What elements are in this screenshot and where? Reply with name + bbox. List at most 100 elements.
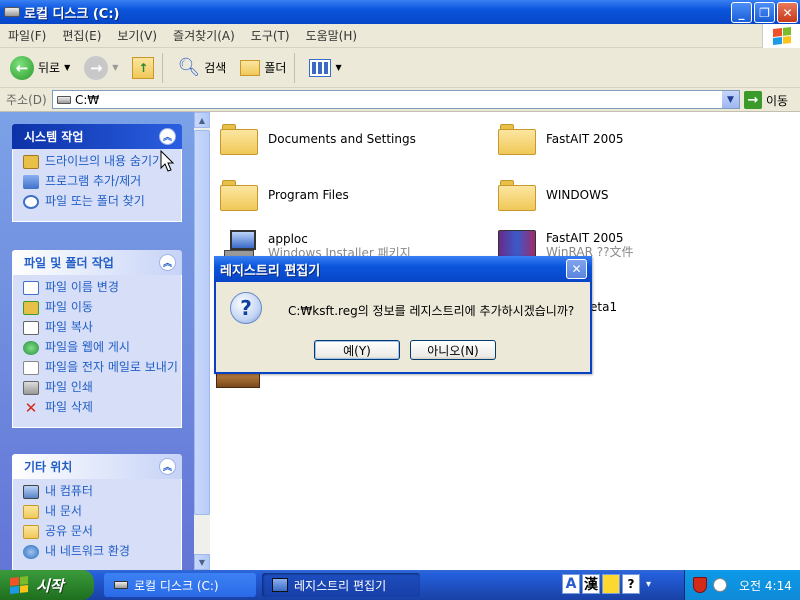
collapse-icon[interactable]: ︽ — [159, 458, 176, 475]
views-button[interactable]: ▼ — [305, 52, 345, 84]
dialog-titlebar[interactable]: 레지스트리 편집기 — [214, 256, 592, 282]
dialog-title: 레지스트리 편집기 — [220, 263, 321, 279]
drive-icon — [114, 581, 128, 589]
folders-label: 폴더 — [264, 61, 287, 75]
group-header[interactable]: 파일 및 폴더 작업 ︽ — [12, 250, 182, 275]
task-label: 파일 이동 — [45, 300, 93, 314]
collapse-icon[interactable]: ︽ — [159, 128, 176, 145]
task-move[interactable]: 파일 이동 — [23, 301, 181, 315]
search-label: 검색 — [204, 61, 227, 75]
task-delete[interactable]: ✕ 파일 삭제 — [23, 401, 181, 416]
ime-pad-icon[interactable] — [602, 574, 620, 594]
file-name: apploc — [268, 232, 308, 246]
place-label: 내 네트워크 환경 — [45, 544, 130, 558]
scroll-down-icon[interactable]: ▼ — [194, 554, 210, 570]
yes-button[interactable]: 예(Y) — [314, 340, 400, 360]
task-email[interactable]: 파일을 전자 메일로 보내기 — [23, 361, 181, 375]
place-my-computer[interactable]: 내 컴퓨터 — [23, 485, 181, 499]
window-titlebar[interactable]: 로컬 디스크 (C:) _ ❐ ✕ — [0, 0, 800, 24]
input-mode-button[interactable]: A — [562, 574, 580, 594]
task-hide-drive[interactable]: 드라이브의 내용 숨기기 — [23, 155, 181, 169]
address-input[interactable]: C:₩ ▼ — [52, 90, 740, 109]
minimize-button[interactable]: _ — [731, 2, 752, 23]
address-dropdown-icon[interactable]: ▼ — [722, 91, 739, 108]
back-arrow-icon: ← — [10, 55, 34, 80]
folder-icon — [23, 525, 39, 539]
file-item[interactable]: WINDOWS — [498, 180, 609, 211]
task-label: 드라이브의 내용 숨기기 — [45, 154, 164, 168]
address-value: C:₩ — [75, 92, 100, 107]
taskbar: 시작 로컬 디스크 (C:) 레지스트리 편집기 A 漢 ? ▾ 오전 4:14 — [0, 570, 800, 600]
group-title: 파일 및 폴더 작업 — [24, 256, 114, 270]
restore-button[interactable]: ❐ — [754, 2, 775, 23]
group-body: 파일 이름 변경 파일 이동 파일 복사 파일을 웹에 게시 파일을 전자 메일… — [12, 275, 182, 428]
hanja-button[interactable]: 漢 — [582, 574, 600, 594]
task-label: 프로그램 추가/제거 — [45, 174, 142, 188]
group-header[interactable]: 기타 위치 ︽ — [12, 454, 182, 479]
menu-edit[interactable]: 편집(E) — [54, 27, 109, 44]
group-title: 기타 위치 — [24, 460, 73, 474]
task-pane-scrollbar[interactable]: ▲ ▼ — [194, 112, 210, 570]
address-bar: 주소(D) C:₩ ▼ → 이동 — [0, 88, 800, 112]
file-name: Documents and Settings — [268, 132, 416, 146]
file-item[interactable]: FastAIT 2005 — [498, 124, 624, 155]
menu-file[interactable]: 파일(F) — [0, 27, 54, 44]
no-button[interactable]: 아니오(N) — [410, 340, 496, 360]
mouse-cursor-icon — [160, 150, 175, 172]
file-item[interactable]: Documents and Settings — [220, 124, 416, 155]
place-network[interactable]: 내 네트워크 환경 — [23, 545, 181, 559]
up-folder-button[interactable]: ↑ — [128, 52, 158, 84]
printer-icon — [23, 381, 39, 395]
task-print[interactable]: 파일 인쇄 — [23, 381, 181, 395]
folders-button[interactable]: 폴더 — [236, 52, 290, 84]
menu-view[interactable]: 보기(V) — [109, 27, 165, 44]
task-copy[interactable]: 파일 복사 — [23, 321, 181, 335]
menu-tools[interactable]: 도구(T) — [243, 27, 298, 44]
folder-icon — [240, 59, 261, 76]
clock[interactable]: 오전 4:14 — [739, 577, 792, 594]
file-item[interactable]: Program Files — [220, 180, 349, 211]
back-button[interactable]: ← 뒤로 ▼ — [6, 52, 74, 84]
go-button[interactable]: → 이동 — [744, 91, 788, 109]
volume-icon[interactable] — [713, 578, 727, 592]
task-add-remove-programs[interactable]: 프로그램 추가/제거 — [23, 175, 181, 189]
taskbar-task-explorer[interactable]: 로컬 디스크 (C:) — [104, 573, 256, 597]
chevron-down-icon: ▼ — [64, 63, 71, 72]
standard-toolbar: ← 뒤로 ▼ → ▼ ↑ 🔍︎ 검색 폴더 ▼ — [0, 48, 800, 88]
task-search-files[interactable]: 파일 또는 폴더 찾기 — [23, 195, 181, 209]
system-tray: 오전 4:14 — [684, 570, 800, 600]
windows-logo-icon — [10, 576, 28, 594]
collapse-icon[interactable]: ︽ — [159, 254, 176, 271]
scroll-thumb[interactable] — [194, 130, 210, 515]
back-label: 뒤로 — [38, 61, 61, 75]
help-button[interactable]: ? — [622, 574, 640, 594]
place-shared-documents[interactable]: 공유 문서 — [23, 525, 181, 539]
drive-icon — [57, 95, 71, 104]
up-folder-icon: ↑ — [132, 56, 155, 79]
taskbar-task-regedit[interactable]: 레지스트리 편집기 — [262, 573, 420, 597]
forward-button[interactable]: → ▼ — [80, 52, 122, 84]
folder-icon — [220, 124, 258, 155]
task-publish-web[interactable]: 파일을 웹에 게시 — [23, 341, 181, 355]
file-name: Program Files — [268, 188, 349, 202]
search-button[interactable]: 🔍︎ 검색 — [173, 52, 230, 84]
forward-arrow-icon: → — [84, 55, 109, 80]
security-shield-icon[interactable] — [693, 577, 707, 593]
start-label: 시작 — [36, 576, 64, 595]
task-rename[interactable]: 파일 이름 변경 — [23, 281, 181, 295]
drive-icon — [4, 7, 20, 17]
menu-help[interactable]: 도움말(H) — [298, 27, 366, 44]
file-item[interactable]: eta1 — [590, 300, 617, 314]
file-folder-tasks-group: 파일 및 폴더 작업 ︽ 파일 이름 변경 파일 이동 파일 복사 파일을 웹에… — [12, 250, 182, 428]
dialog-close-button[interactable]: ✕ — [566, 259, 587, 279]
scroll-up-icon[interactable]: ▲ — [194, 112, 210, 128]
close-button[interactable]: ✕ — [777, 2, 798, 23]
language-options-icon[interactable]: ▾ — [646, 579, 651, 590]
task-label: 파일 또는 폴더 찾기 — [45, 194, 145, 208]
place-my-documents[interactable]: 내 문서 — [23, 505, 181, 519]
system-tasks-group: 시스템 작업 ︽ 드라이브의 내용 숨기기 프로그램 추가/제거 파일 또는 폴… — [12, 124, 182, 222]
chevron-down-icon: ▼ — [335, 63, 342, 72]
start-button[interactable]: 시작 — [0, 570, 94, 600]
menu-favorites[interactable]: 즐겨찾기(A) — [165, 27, 243, 44]
group-header[interactable]: 시스템 작업 ︽ — [12, 124, 182, 149]
